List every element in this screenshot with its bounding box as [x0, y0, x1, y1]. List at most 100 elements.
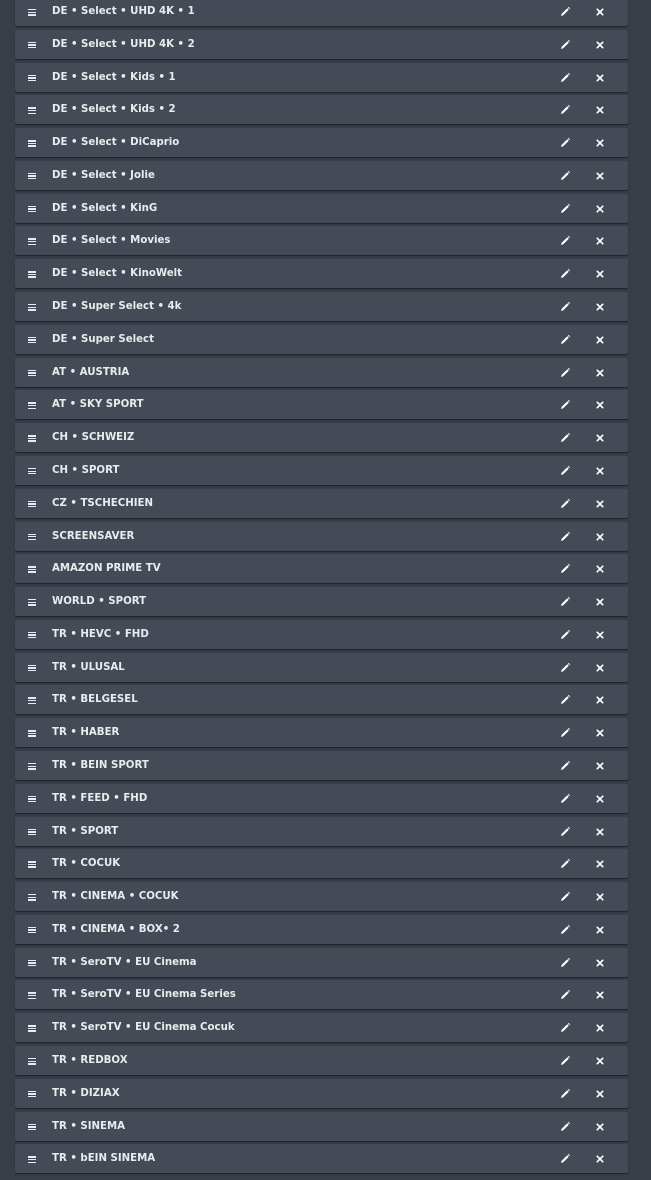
close-icon[interactable] — [594, 694, 606, 706]
list-item[interactable]: TR • bEIN SINEMA — [15, 1144, 628, 1174]
drag-handle-icon[interactable] — [28, 664, 36, 672]
list-item[interactable]: AMAZON PRIME TV — [15, 554, 628, 584]
list-item[interactable]: DE • Select • UHD 4K • 1 — [15, 0, 628, 26]
pencil-icon[interactable] — [559, 367, 571, 379]
pencil-icon[interactable] — [559, 1153, 571, 1165]
list-item[interactable]: TR • HABER — [15, 718, 628, 748]
list-item[interactable]: TR • SeroTV • EU Cinema Series — [15, 980, 628, 1010]
close-icon[interactable] — [594, 170, 606, 182]
drag-handle-icon[interactable] — [28, 271, 36, 278]
pencil-icon[interactable] — [559, 6, 571, 18]
list-item[interactable]: DE • Select • Jolie — [15, 160, 628, 190]
list-item[interactable]: TR • SeroTV • EU Cinema — [15, 947, 628, 977]
close-icon[interactable] — [594, 531, 606, 543]
drag-handle-icon[interactable] — [28, 795, 36, 803]
list-item[interactable]: SCREENSAVER — [15, 521, 628, 551]
list-item[interactable]: DE • Select • Movies — [15, 226, 628, 256]
drag-handle-icon[interactable] — [28, 1090, 36, 1098]
drag-handle-icon[interactable] — [28, 500, 36, 508]
list-item[interactable]: CH • SCHWEIZ — [15, 423, 628, 453]
close-icon[interactable] — [594, 235, 606, 247]
drag-handle-icon[interactable] — [28, 336, 36, 344]
close-icon[interactable] — [594, 1088, 606, 1100]
drag-handle-icon[interactable] — [28, 697, 36, 704]
close-icon[interactable] — [594, 1022, 606, 1034]
list-item[interactable]: WORLD • SPORT — [15, 587, 628, 617]
drag-handle-icon[interactable] — [28, 926, 36, 934]
close-icon[interactable] — [594, 891, 606, 903]
close-icon[interactable] — [594, 563, 606, 575]
pencil-icon[interactable] — [559, 170, 571, 182]
close-icon[interactable] — [594, 432, 606, 444]
close-icon[interactable] — [594, 1055, 606, 1067]
pencil-icon[interactable] — [559, 662, 571, 674]
close-icon[interactable] — [594, 662, 606, 674]
list-item[interactable]: TR • SeroTV • EU Cinema Cocuk — [15, 1013, 628, 1043]
close-icon[interactable] — [594, 957, 606, 969]
close-icon[interactable] — [594, 72, 606, 84]
pencil-icon[interactable] — [559, 465, 571, 477]
list-item[interactable]: TR • BELGESEL — [15, 685, 628, 715]
pencil-icon[interactable] — [559, 235, 571, 247]
pencil-icon[interactable] — [559, 203, 571, 215]
list-item[interactable]: TR • SINEMA — [15, 1111, 628, 1141]
pencil-icon[interactable] — [559, 1055, 571, 1067]
pencil-icon[interactable] — [559, 104, 571, 116]
close-icon[interactable] — [594, 6, 606, 18]
list-item[interactable]: TR • REDBOX — [15, 1046, 628, 1075]
drag-handle-icon[interactable] — [28, 992, 36, 999]
drag-handle-icon[interactable] — [28, 828, 36, 836]
pencil-icon[interactable] — [559, 39, 571, 51]
close-icon[interactable] — [594, 498, 606, 510]
drag-handle-icon[interactable] — [28, 107, 36, 114]
list-item[interactable]: TR • FEED • FHD — [15, 783, 628, 813]
drag-handle-icon[interactable] — [28, 894, 36, 901]
close-icon[interactable] — [594, 727, 606, 739]
pencil-icon[interactable] — [559, 793, 571, 805]
list-item[interactable]: DE • Super Select • 4k — [15, 292, 628, 322]
drag-handle-icon[interactable] — [28, 140, 36, 147]
close-icon[interactable] — [594, 793, 606, 805]
drag-handle-icon[interactable] — [28, 74, 36, 82]
pencil-icon[interactable] — [559, 1022, 571, 1034]
close-icon[interactable] — [594, 104, 606, 116]
drag-handle-icon[interactable] — [28, 205, 36, 213]
pencil-icon[interactable] — [559, 924, 571, 936]
pencil-icon[interactable] — [559, 957, 571, 969]
drag-handle-icon[interactable] — [28, 402, 36, 409]
pencil-icon[interactable] — [559, 531, 571, 543]
drag-handle-icon[interactable] — [28, 435, 36, 442]
close-icon[interactable] — [594, 334, 606, 346]
close-icon[interactable] — [594, 465, 606, 477]
close-icon[interactable] — [594, 1153, 606, 1165]
pencil-icon[interactable] — [559, 858, 571, 870]
list-item[interactable]: DE • Select • Kids • 1 — [15, 62, 628, 92]
close-icon[interactable] — [594, 760, 606, 772]
pencil-icon[interactable] — [559, 694, 571, 706]
drag-handle-icon[interactable] — [28, 9, 36, 16]
list-item[interactable]: DE • Super Select — [15, 324, 628, 354]
list-item[interactable]: DE • Select • DiCaprio — [15, 128, 628, 158]
drag-handle-icon[interactable] — [28, 467, 36, 475]
pencil-icon[interactable] — [559, 891, 571, 903]
close-icon[interactable] — [594, 858, 606, 870]
pencil-icon[interactable] — [559, 334, 571, 346]
list-item[interactable]: DE • Select • KinoWelt — [15, 259, 628, 289]
pencil-icon[interactable] — [559, 596, 571, 608]
pencil-icon[interactable] — [559, 137, 571, 149]
list-item[interactable]: TR • HEVC • FHD — [15, 619, 628, 649]
list-item[interactable]: DE • Select • Kids • 2 — [15, 95, 628, 125]
close-icon[interactable] — [594, 826, 606, 838]
drag-handle-icon[interactable] — [28, 1156, 36, 1163]
drag-handle-icon[interactable] — [28, 533, 36, 541]
pencil-icon[interactable] — [559, 432, 571, 444]
list-item[interactable]: AT • AUSTRIA — [15, 357, 628, 387]
close-icon[interactable] — [594, 268, 606, 280]
close-icon[interactable] — [594, 399, 606, 411]
list-item[interactable]: TR • SPORT — [15, 816, 628, 846]
pencil-icon[interactable] — [559, 563, 571, 575]
close-icon[interactable] — [594, 989, 606, 1001]
pencil-icon[interactable] — [559, 72, 571, 84]
drag-handle-icon[interactable] — [28, 1123, 36, 1131]
drag-handle-icon[interactable] — [28, 369, 36, 377]
